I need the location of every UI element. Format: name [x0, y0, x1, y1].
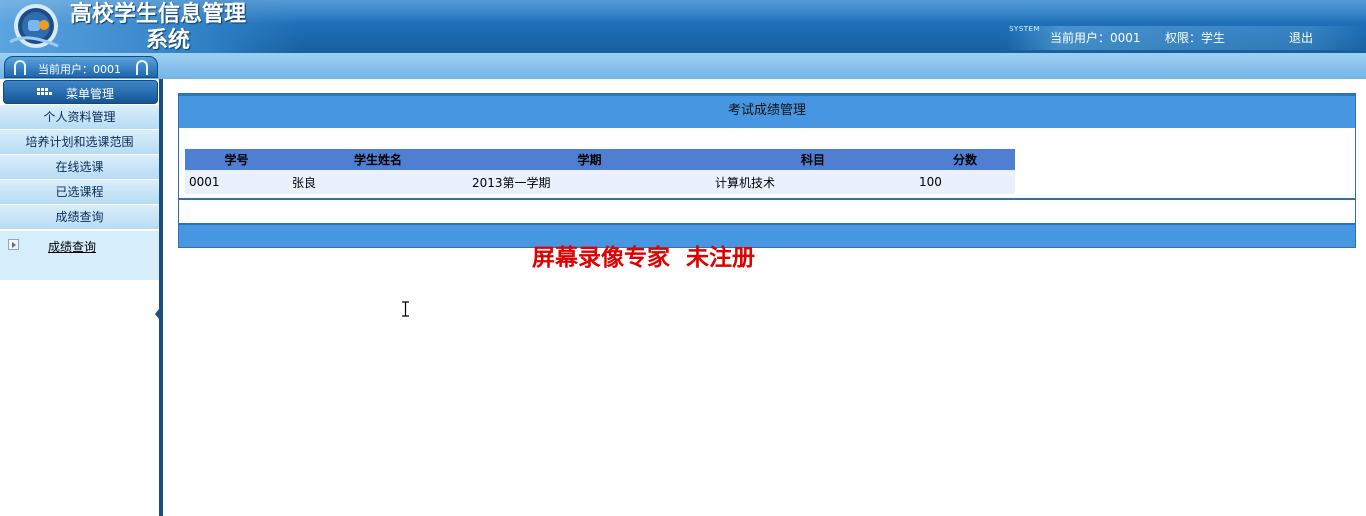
menu-grid-icon	[37, 88, 52, 98]
submenu-panel: 成绩查询	[0, 231, 159, 280]
cell-semester: 2013第一学期	[468, 170, 711, 194]
current-user-tab-label: 当前用户：0001	[38, 63, 121, 76]
cell-student-name: 张良	[288, 170, 468, 194]
column-header-subject: 科目	[711, 149, 915, 170]
grades-panel: 考试成绩管理 学号 学生姓名 学期 科目 分数 0001 张良 2013第一学期…	[178, 93, 1356, 248]
column-header-student-id: 学号	[185, 149, 288, 170]
cell-subject: 计算机技术	[711, 170, 915, 194]
panel-top-line	[179, 94, 1355, 96]
menu-header[interactable]: 菜单管理	[3, 80, 158, 104]
panel-separator	[179, 198, 1355, 200]
cell-student-id: 0001	[185, 170, 288, 194]
collapse-arrow-icon[interactable]	[155, 309, 159, 319]
app-title-line2: 系统	[146, 27, 191, 53]
submenu-grade-query-link[interactable]: 成绩查询	[48, 238, 96, 255]
grades-table: 学号 学生姓名 学期 科目 分数 0001 张良 2013第一学期 计算机技术 …	[185, 149, 1015, 194]
expand-arrow-icon[interactable]	[8, 239, 19, 250]
app-title: 高校学生信息管理 系统	[70, 1, 285, 53]
panel-title: 考试成绩管理	[179, 94, 1355, 128]
sidebar-item-profile[interactable]: 个人资料管理	[0, 105, 159, 130]
frame-splitter[interactable]	[155, 79, 163, 516]
ring-icon	[14, 60, 26, 75]
system-tag: SYSTEM	[1009, 25, 1040, 33]
panel-footer	[179, 225, 1355, 247]
text-cursor-icon	[402, 301, 409, 317]
ring-icon	[136, 60, 148, 75]
sub-bar	[0, 53, 1366, 79]
sidebar-item-grade-query[interactable]: 成绩查询	[0, 205, 159, 230]
column-header-score: 分数	[915, 149, 1015, 170]
app-header: 高校学生信息管理 系统 SYSTEM 当前用户：0001 权限：学生 退出	[0, 0, 1366, 53]
sidebar-item-selected-courses[interactable]: 已选课程	[0, 180, 159, 205]
column-header-semester: 学期	[468, 149, 711, 170]
header-role: 权限：学生	[1165, 31, 1226, 45]
sidebar-menu: 个人资料管理 培养计划和选课范围 在线选课 已选课程 成绩查询	[0, 105, 159, 230]
cell-score: 100	[915, 170, 1015, 194]
table-row: 0001 张良 2013第一学期 计算机技术 100	[185, 170, 1015, 194]
sidebar-item-training-plan[interactable]: 培养计划和选课范围	[0, 130, 159, 155]
table-header-row: 学号 学生姓名 学期 科目 分数	[185, 149, 1015, 170]
menu-header-label: 菜单管理	[66, 87, 115, 101]
current-user-tab: 当前用户：0001	[4, 56, 158, 78]
header-current-user: 当前用户：0001	[1050, 31, 1141, 45]
recorder-watermark: 屏幕录像专家 未注册	[532, 244, 756, 271]
column-header-student-name: 学生姓名	[288, 149, 468, 170]
logout-link[interactable]: 退出	[1289, 29, 1313, 46]
app-logo-icon	[9, 4, 59, 48]
app-title-line1: 高校学生信息管理	[70, 1, 247, 27]
sidebar-item-online-selection[interactable]: 在线选课	[0, 155, 159, 180]
